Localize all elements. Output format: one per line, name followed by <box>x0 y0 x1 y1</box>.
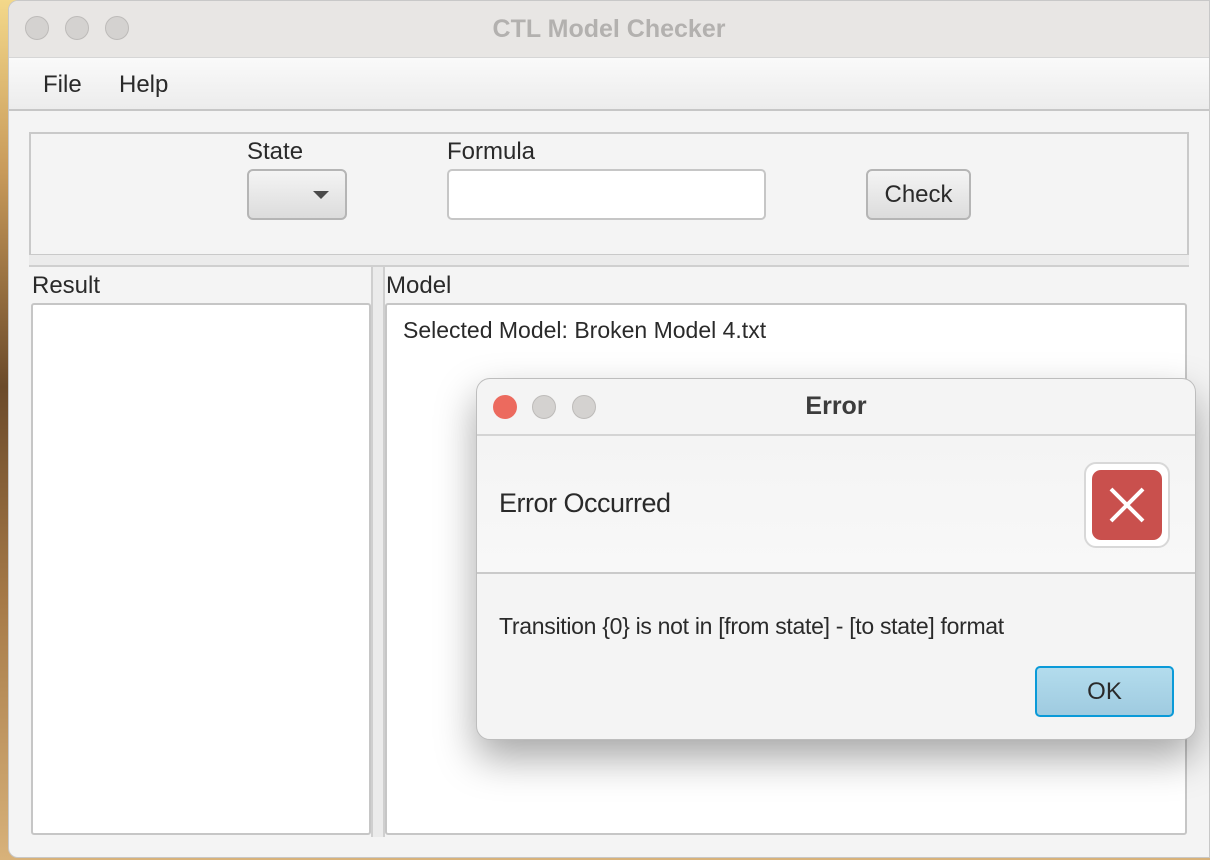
result-list[interactable] <box>31 303 371 835</box>
error-dialog: Error Error Occurred Transition {0} is n… <box>476 378 1196 740</box>
chevron-down-icon <box>313 191 329 199</box>
formula-label: Formula <box>447 138 536 165</box>
menu-bar: File Help <box>9 58 1209 111</box>
error-x-icon <box>1092 470 1162 540</box>
formula-input[interactable] <box>447 169 766 220</box>
state-dropdown[interactable] <box>247 169 347 220</box>
vertical-splitter[interactable] <box>371 267 385 837</box>
result-label: Result <box>32 272 101 299</box>
model-text: Selected Model: Broken Model 4.txt <box>403 317 767 343</box>
model-label: Model <box>386 272 452 299</box>
state-label: State <box>247 138 304 165</box>
dialog-message: Transition {0} is not in [from state] - … <box>499 613 1004 639</box>
title-bar: CTL Model Checker <box>9 1 1209 58</box>
menu-file[interactable]: File <box>43 71 82 99</box>
ok-button[interactable]: OK <box>1035 666 1174 717</box>
dialog-title: Error <box>805 392 867 420</box>
window-title: CTL Model Checker <box>492 15 726 43</box>
dialog-title-bar: Error <box>477 379 1195 436</box>
dialog-header-text: Error Occurred <box>499 488 671 518</box>
dialog-header: Error Occurred <box>477 436 1195 574</box>
menu-help[interactable]: Help <box>119 71 168 99</box>
error-icon-frame <box>1084 462 1170 548</box>
horizontal-splitter[interactable] <box>29 255 1189 267</box>
check-button[interactable]: Check <box>866 169 971 220</box>
